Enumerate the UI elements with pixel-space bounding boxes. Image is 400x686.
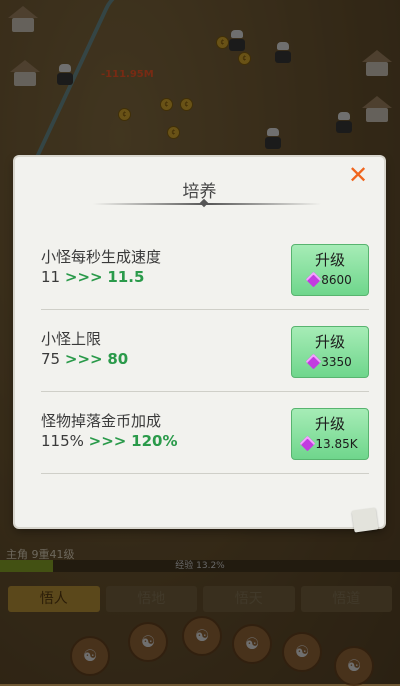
upgrade-button[interactable]: 升级 3350	[291, 326, 369, 378]
upgrade-cost: 8600	[292, 271, 368, 288]
next-value: 80	[107, 350, 129, 368]
upgrade-row: 小怪上限 75 >>> 80 升级 3350	[41, 309, 369, 392]
upgrade-values: 115% >>> 120%	[41, 432, 178, 450]
upgrade-button[interactable]: 升级 8600	[291, 244, 369, 296]
upgrade-button-label: 升级	[314, 251, 345, 269]
gem-icon	[305, 271, 322, 288]
upgrade-values: 11 >>> 11.5	[41, 268, 144, 286]
upgrade-name: 小怪每秒生成速度	[41, 248, 162, 266]
cost-value: 13.85K	[315, 437, 358, 451]
upgrade-button[interactable]: 升级 13.85K	[291, 408, 369, 460]
upgrade-button-label: 升级	[314, 415, 345, 433]
close-icon[interactable]: ✕	[346, 163, 370, 187]
current-value: 75	[41, 350, 61, 368]
next-value: 120%	[131, 432, 178, 450]
upgrade-name: 小怪上限	[41, 330, 102, 348]
upgrade-row: 怪物掉落金币加成 115% >>> 120% 升级 13.85K	[41, 391, 369, 474]
upgrade-values: 75 >>> 80	[41, 350, 128, 368]
arrow-text: >>>	[88, 432, 127, 450]
arrow-text: >>>	[64, 268, 103, 286]
upgrade-cost: 13.85K	[292, 435, 368, 452]
cost-value: 3350	[321, 355, 352, 369]
upgrade-name: 怪物掉落金币加成	[41, 412, 162, 430]
upgrade-cost: 3350	[292, 353, 368, 370]
current-value: 11	[41, 268, 61, 286]
cultivate-dialog: 培养 ✕ 小怪每秒生成速度 11 >>> 11.5 升级 8600 小怪上限 7…	[15, 157, 384, 527]
upgrade-row: 小怪每秒生成速度 11 >>> 11.5 升级 8600	[41, 227, 369, 310]
upgrade-button-label: 升级	[314, 333, 345, 351]
gem-icon	[305, 353, 322, 370]
next-value: 11.5	[107, 268, 145, 286]
page-corner-fold	[351, 507, 379, 533]
arrow-text: >>>	[64, 350, 103, 368]
cost-value: 8600	[321, 273, 352, 287]
dialog-title: 培养	[182, 182, 217, 202]
gem-icon	[300, 435, 316, 452]
current-value: 115%	[41, 432, 84, 450]
